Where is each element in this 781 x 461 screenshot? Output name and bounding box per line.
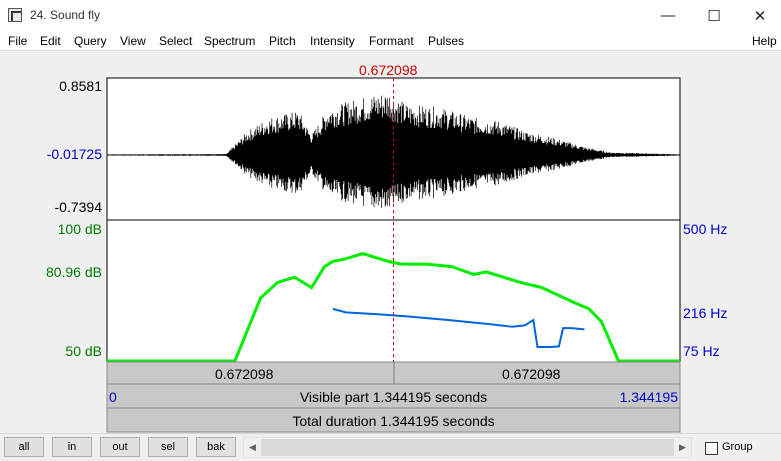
window-title: 24. Sound fly: [30, 8, 101, 22]
intensity-bottom-label: 50 dB: [65, 343, 102, 359]
waveform-mid-label: -0.01725: [46, 146, 102, 162]
bottom-toolbar: all in out sel bak ◀ ▶ Group: [0, 433, 781, 461]
horizontal-scrollbar[interactable]: ◀ ▶: [243, 437, 692, 458]
zoom-all-button[interactable]: all: [4, 437, 44, 457]
group-checkbox[interactable]: [705, 442, 718, 455]
sound-plot[interactable]: [0, 51, 781, 433]
close-icon[interactable]: ✕: [737, 0, 781, 31]
minimize-icon[interactable]: —: [645, 0, 691, 31]
menu-edit[interactable]: Edit: [40, 34, 61, 48]
waveform-min-label: -0.7394: [54, 199, 102, 215]
group-label: Group: [722, 441, 753, 453]
menu-select[interactable]: Select: [159, 34, 192, 48]
menu-pulses[interactable]: Pulses: [428, 34, 464, 48]
menu-intensity[interactable]: Intensity: [310, 34, 355, 48]
menu-query[interactable]: Query: [74, 34, 107, 48]
zoom-out-button[interactable]: out: [100, 437, 140, 457]
menu-file[interactable]: File: [8, 34, 27, 48]
visible-end-label: 1.344195: [619, 389, 678, 405]
scroll-right-icon[interactable]: ▶: [674, 438, 691, 457]
title-bar: 24. Sound fly — ☐ ✕: [0, 0, 781, 31]
menu-help[interactable]: Help: [752, 34, 777, 48]
pitch-top-label: 500 Hz: [683, 221, 728, 237]
menu-formant[interactable]: Formant: [369, 34, 414, 48]
intensity-top-label: 100 dB: [57, 221, 102, 237]
intensity-mid-label: 80.96 dB: [45, 264, 102, 280]
scroll-left-icon[interactable]: ◀: [244, 438, 261, 457]
menu-view[interactable]: View: [120, 34, 146, 48]
menu-pitch[interactable]: Pitch: [269, 34, 296, 48]
pitch-bottom-label: 75 Hz: [683, 343, 720, 359]
praat-window-icon: [8, 8, 22, 22]
pitch-mid-label: 216 Hz: [683, 305, 728, 321]
zoom-in-button[interactable]: in: [52, 437, 92, 457]
left-cursor-time[interactable]: 0.672098: [215, 366, 273, 382]
cursor-time-label: 0.672098: [359, 62, 418, 78]
right-cursor-time[interactable]: 0.672098: [502, 366, 560, 382]
total-duration-label[interactable]: Total duration 1.344195 seconds: [107, 413, 680, 429]
zoom-back-button[interactable]: bak: [196, 437, 236, 457]
menu-spectrum[interactable]: Spectrum: [204, 34, 255, 48]
zoom-selection-button[interactable]: sel: [148, 437, 188, 457]
scrollbar-thumb[interactable]: [261, 439, 674, 456]
maximize-icon[interactable]: ☐: [691, 0, 737, 31]
waveform-max-label: 0.8581: [59, 78, 102, 94]
menu-bar: File Edit Query View Select Spectrum Pit…: [0, 31, 781, 51]
